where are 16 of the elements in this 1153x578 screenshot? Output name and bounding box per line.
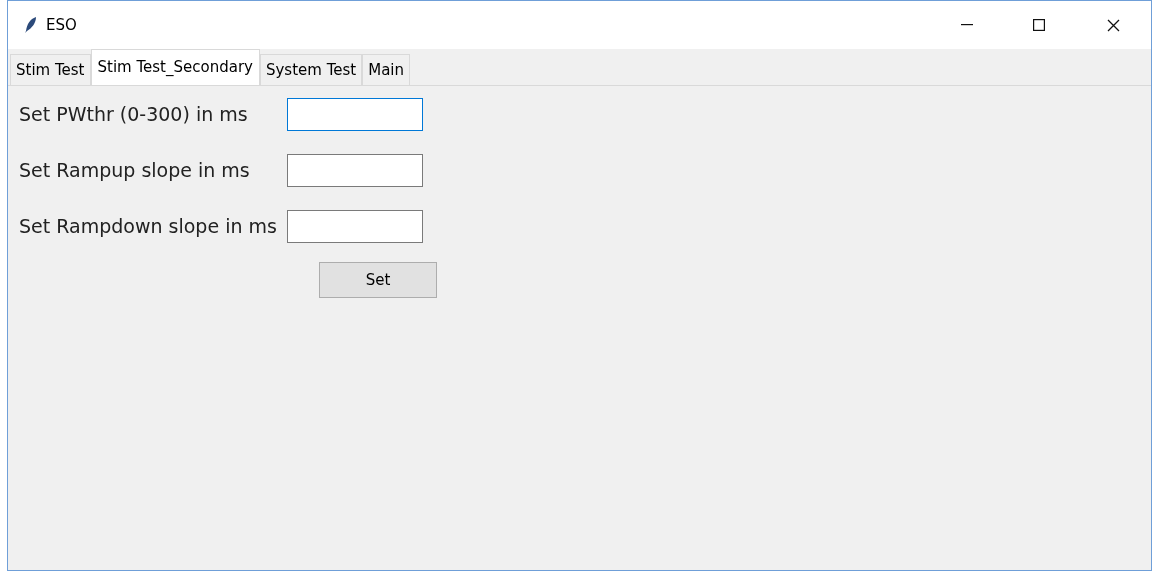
minimize-icon	[961, 24, 973, 26]
feather-icon	[24, 16, 38, 34]
field-label: Set PWthr (0-300) in ms	[19, 102, 249, 128]
field-label: Set Rampup slope in ms	[19, 158, 251, 184]
set-button[interactable]: Set	[319, 262, 437, 298]
tab[interactable]: Stim Test_Secondary	[90, 49, 260, 85]
maximize-icon	[1033, 19, 1045, 31]
close-icon	[1106, 18, 1120, 32]
field-label: Set Rampdown slope in ms	[19, 214, 277, 240]
window-title: ESO	[46, 14, 77, 36]
input-field[interactable]	[286, 98, 423, 131]
tab[interactable]: Stim Test	[10, 54, 91, 85]
input-field[interactable]	[286, 154, 423, 187]
input-field[interactable]	[286, 210, 423, 243]
tab[interactable]: Main	[362, 54, 410, 85]
tab[interactable]: System Test	[259, 54, 363, 85]
